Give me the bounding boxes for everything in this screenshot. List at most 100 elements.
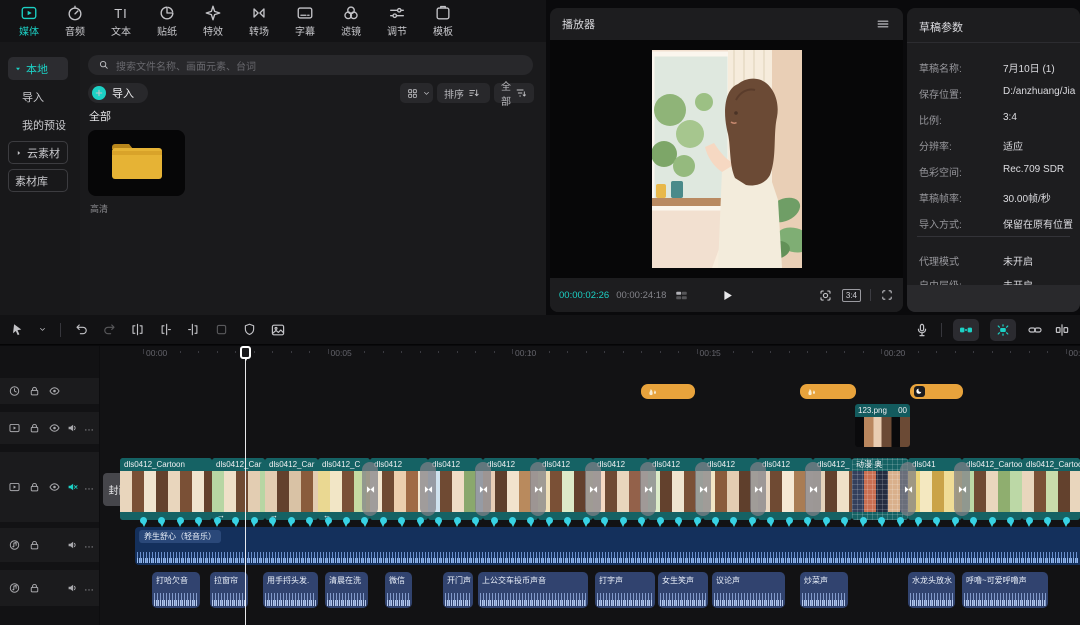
lock-icon[interactable]	[28, 481, 41, 494]
cover-image-icon[interactable]	[270, 322, 286, 338]
transition-indicator[interactable]	[640, 462, 656, 516]
filter-button[interactable]: 全部	[494, 83, 534, 103]
video-clip[interactable]: dls0412_Cartoon	[120, 458, 212, 520]
trim-left-icon[interactable]	[158, 322, 173, 337]
playhead-handle[interactable]	[240, 346, 251, 359]
video-track-icon[interactable]	[8, 481, 21, 494]
eye-icon[interactable]	[48, 385, 61, 398]
sidebar-item-我的预设[interactable]: 我的预设	[8, 113, 72, 136]
transition-indicator[interactable]	[530, 462, 546, 516]
tab-特效[interactable]: 特效	[190, 0, 236, 42]
transition-indicator[interactable]	[695, 462, 711, 516]
sound-effect-clip[interactable]: 用手捋头发.	[263, 572, 318, 608]
sound-effect-clip[interactable]: 拉窗帘	[210, 572, 248, 608]
tab-滤镜[interactable]: 滤镜	[328, 0, 374, 42]
video-clip[interactable]: dls0412_Cartoon	[962, 458, 1022, 520]
sidebar-item-本地[interactable]: 本地	[8, 57, 68, 80]
sound-effect-clip[interactable]: 打哈欠音	[152, 572, 200, 608]
transition-indicator[interactable]	[362, 462, 378, 516]
preview-split-icon[interactable]	[1054, 322, 1070, 338]
more-icon[interactable]: …	[84, 540, 95, 551]
toggle-main-track-magnet-icon[interactable]	[953, 319, 979, 341]
effect-clip[interactable]	[800, 384, 856, 399]
speaker-icon[interactable]	[66, 539, 79, 552]
lock-icon[interactable]	[28, 422, 41, 435]
lock-icon[interactable]	[28, 582, 41, 595]
tab-媒体[interactable]: 媒体	[6, 0, 52, 42]
tab-字幕[interactable]: 字幕	[282, 0, 328, 42]
sound-effect-clip[interactable]: 打字声	[595, 572, 655, 608]
tab-模板[interactable]: 模板	[420, 0, 466, 42]
sound-effect-clip[interactable]: 上公交车投币声音	[478, 572, 588, 608]
video-clip[interactable]: dls0412_Cartoon	[1022, 458, 1080, 520]
transition-indicator[interactable]	[900, 462, 916, 516]
view-mode-button[interactable]	[400, 83, 433, 103]
link-clips-icon[interactable]	[1027, 322, 1043, 338]
sound-effect-clip[interactable]: 议论声	[712, 572, 785, 608]
sticker-clip[interactable]: 123.png 00	[855, 404, 910, 447]
tab-音频[interactable]: 音频	[52, 0, 98, 42]
effect-clip[interactable]	[641, 384, 695, 399]
trim-right-icon[interactable]	[186, 322, 201, 337]
chevron-down-icon[interactable]	[38, 325, 47, 334]
delete-icon[interactable]	[214, 322, 229, 337]
tab-文本[interactable]: TI文本	[98, 0, 144, 42]
transition-indicator[interactable]	[954, 462, 970, 516]
clock-icon[interactable]	[8, 385, 21, 398]
tab-贴纸[interactable]: 贴纸	[144, 0, 190, 42]
audio-track-icon[interactable]	[8, 582, 21, 595]
more-icon[interactable]: …	[84, 482, 95, 493]
folder-item[interactable]	[88, 130, 185, 196]
speaker-icon[interactable]	[66, 422, 79, 435]
sound-effect-clip[interactable]: 水龙头放水	[908, 572, 955, 608]
sound-effect-clip[interactable]: 清晨在洗	[325, 572, 368, 608]
mic-icon[interactable]	[914, 322, 930, 338]
transition-indicator[interactable]	[750, 462, 766, 516]
more-icon[interactable]: …	[84, 583, 95, 594]
video-track-icon[interactable]	[8, 422, 21, 435]
split-icon[interactable]	[130, 322, 145, 337]
transition-indicator[interactable]	[475, 462, 491, 516]
lock-icon[interactable]	[28, 539, 41, 552]
sound-effect-clip[interactable]: 炒菜声	[800, 572, 848, 608]
sound-effect-clip[interactable]: 微信	[385, 572, 412, 608]
preview-quality-icon[interactable]	[674, 288, 689, 303]
search-input[interactable]: 搜索文件名称、画面元素、台词	[88, 55, 533, 75]
aspect-ratio-button[interactable]: 3:4	[842, 289, 861, 302]
video-clip[interactable]: dls0412_Car→	[212, 458, 265, 520]
sort-button[interactable]: 排序	[437, 83, 490, 103]
mask-icon[interactable]	[242, 322, 257, 337]
fullscreen-icon[interactable]	[880, 288, 894, 302]
eye-icon[interactable]	[48, 422, 61, 435]
cursor-icon[interactable]	[10, 322, 25, 337]
sound-effect-clip[interactable]: 呼噜~可爱呼噜声	[962, 572, 1048, 608]
lock-icon[interactable]	[28, 385, 41, 398]
effect-clip[interactable]	[910, 384, 963, 399]
transition-indicator[interactable]	[805, 462, 821, 516]
video-clip[interactable]: dls0412_Car→	[265, 458, 318, 520]
transition-indicator[interactable]	[420, 462, 436, 516]
redo-icon[interactable]	[102, 322, 117, 337]
sidebar-item-云素材[interactable]: 云素材	[8, 141, 68, 164]
tab-调节[interactable]: 调节	[374, 0, 420, 42]
audio-track-icon[interactable]	[8, 539, 21, 552]
sidebar-item-素材库[interactable]: 素材库	[8, 169, 68, 192]
more-icon[interactable]: …	[84, 423, 95, 434]
import-button[interactable]: 导入	[88, 83, 148, 103]
menu-icon[interactable]	[875, 16, 891, 32]
sound-effect-clip[interactable]: 女生笑声	[658, 572, 708, 608]
eye-icon[interactable]	[48, 481, 61, 494]
toggle-auto-snap-icon[interactable]	[990, 319, 1016, 341]
play-button[interactable]	[719, 288, 734, 303]
speaker-muted-icon[interactable]	[66, 481, 79, 494]
player-preview[interactable]	[550, 40, 903, 278]
sound-effect-clip[interactable]: 开门声	[443, 572, 473, 608]
undo-icon[interactable]	[74, 322, 89, 337]
focus-zoom-icon[interactable]	[818, 288, 833, 303]
sidebar-item-导入[interactable]: 导入	[8, 85, 72, 108]
transition-indicator[interactable]	[585, 462, 601, 516]
music-clip[interactable]: 养生舒心（轻音乐）	[135, 527, 1080, 565]
timeline[interactable]: 00:0000:0500:1000:1500:2000:2 ………… 封面 12…	[0, 346, 1080, 625]
speaker-icon[interactable]	[66, 582, 79, 595]
playhead-line[interactable]	[245, 346, 246, 625]
